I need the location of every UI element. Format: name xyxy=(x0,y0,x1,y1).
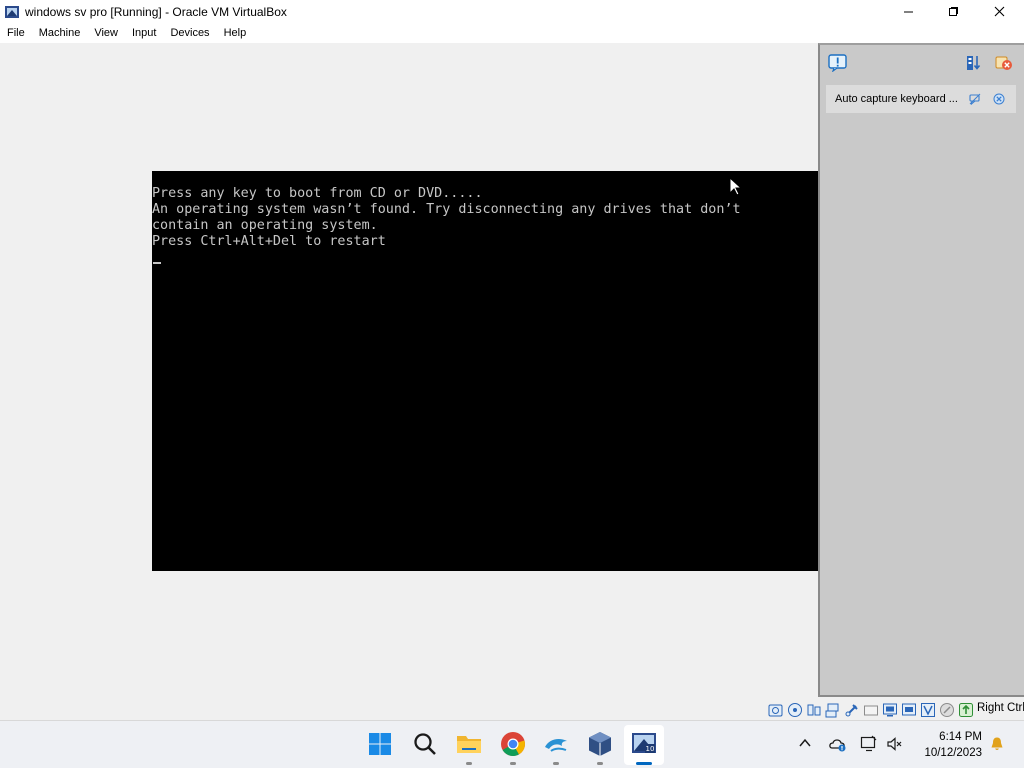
maximize-icon xyxy=(948,7,958,16)
clock-time: 6:14 PM xyxy=(939,731,982,743)
search-icon[interactable] xyxy=(412,731,438,757)
taskbar: 10 6:14 PM 10/12/2023 xyxy=(0,720,1024,768)
network-status-icon[interactable] xyxy=(860,735,878,753)
console-line: Press Ctrl+Alt+Del to restart xyxy=(152,234,386,249)
menu-bar: File Machine View Input Devices Help xyxy=(0,23,1024,43)
menu-machine[interactable]: Machine xyxy=(32,23,88,43)
close-all-icon[interactable] xyxy=(995,54,1013,72)
keyboard-icon[interactable] xyxy=(958,702,974,718)
menu-help[interactable]: Help xyxy=(217,23,254,43)
sound-muted-icon[interactable] xyxy=(887,736,903,752)
start-icon[interactable] xyxy=(367,731,393,757)
window-title: windows sv pro [Running] - Oracle VM Vir… xyxy=(25,4,287,19)
minimize-icon xyxy=(903,11,913,13)
dolphin-icon[interactable] xyxy=(543,731,569,757)
system-clock[interactable]: 6:14 PM 10/12/2023 xyxy=(910,729,982,761)
console-line: Press any key to boot from CD or DVD....… xyxy=(152,186,483,201)
info-icon[interactable] xyxy=(828,54,848,72)
notification-panel: Auto capture keyboard ... xyxy=(818,43,1024,697)
virtualbox-vm-icon[interactable]: 10 xyxy=(631,731,657,757)
onedrive-icon[interactable] xyxy=(829,736,847,752)
title-bar: windows sv pro [Running] - Oracle VM Vir… xyxy=(0,0,1024,23)
audio-icon[interactable] xyxy=(806,702,822,718)
host-key-label: Right Ctrl xyxy=(977,702,1024,714)
minimize-button[interactable] xyxy=(885,0,931,23)
vm-screen[interactable]: Press any key to boot from CD or DVD....… xyxy=(152,171,818,571)
video-capture-icon[interactable] xyxy=(901,702,917,718)
running-indicator xyxy=(510,762,516,765)
console-output: Press any key to boot from CD or DVD....… xyxy=(152,186,741,250)
usb-icon[interactable] xyxy=(844,702,860,718)
console-line: contain an operating system. xyxy=(152,218,378,233)
cpu-icon[interactable] xyxy=(920,702,936,718)
maximize-button[interactable] xyxy=(930,0,976,23)
text-cursor xyxy=(153,262,161,264)
close-button[interactable] xyxy=(976,0,1022,23)
status-bar: Right Ctrl xyxy=(0,699,1024,720)
running-indicator xyxy=(466,762,472,765)
virtualbox-icon xyxy=(5,5,19,18)
chrome-icon[interactable] xyxy=(500,731,526,757)
network-icon[interactable] xyxy=(825,702,841,718)
dismiss-icon[interactable] xyxy=(993,93,1005,105)
hard-disk-icon[interactable] xyxy=(768,702,784,718)
settings-icon[interactable] xyxy=(965,54,983,72)
display-icon[interactable] xyxy=(882,702,898,718)
notification-text: Auto capture keyboard ... xyxy=(835,93,958,105)
menu-file[interactable]: File xyxy=(0,23,32,43)
menu-view[interactable]: View xyxy=(87,23,125,43)
running-indicator xyxy=(553,762,559,765)
notification-bell-icon[interactable] xyxy=(989,736,1005,752)
running-indicator xyxy=(597,762,603,765)
menu-input[interactable]: Input xyxy=(125,23,163,43)
menu-devices[interactable]: Devices xyxy=(163,23,216,43)
chevron-up-icon[interactable] xyxy=(798,736,812,750)
clock-date: 10/12/2023 xyxy=(924,747,982,759)
virtualbox-manager-icon[interactable] xyxy=(587,731,613,757)
shared-folders-icon[interactable] xyxy=(863,702,879,718)
file-explorer-icon[interactable] xyxy=(456,731,482,757)
mouse-pointer-icon xyxy=(729,177,743,196)
hide-icon[interactable] xyxy=(969,93,981,105)
optical-drive-icon[interactable] xyxy=(787,702,803,718)
mouse-integration-icon[interactable] xyxy=(939,702,955,718)
notification-message[interactable]: Auto capture keyboard ... xyxy=(826,85,1016,113)
console-line: An operating system wasn’t found. Try di… xyxy=(152,202,741,217)
close-icon xyxy=(994,6,1004,17)
active-indicator xyxy=(636,762,652,765)
svg-text:10: 10 xyxy=(646,745,655,753)
